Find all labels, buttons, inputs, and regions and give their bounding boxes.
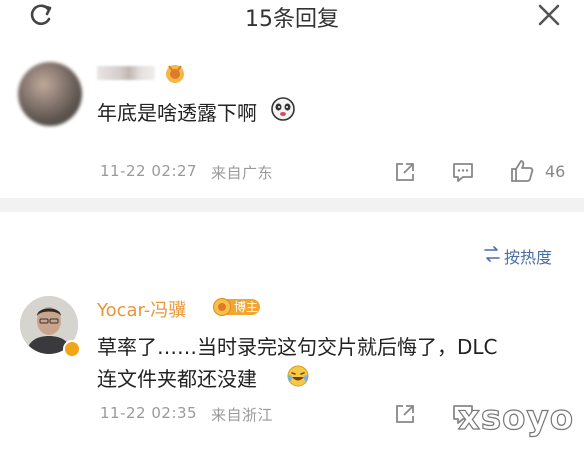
author-reply-line2: 连文件夹都还没建	[97, 367, 257, 391]
like-count: 46	[545, 162, 566, 181]
share-icon[interactable]	[393, 402, 417, 426]
author-reply-location: 来自浙江	[211, 406, 274, 424]
blogger-badge-label: 博主	[234, 300, 259, 314]
reply-location: 来自广东	[211, 164, 274, 182]
author-reply-line1: 草率了……当时录完这句交片就后悔了，DLC	[97, 335, 498, 359]
close-icon[interactable]	[536, 2, 562, 28]
sort-by-hot-button[interactable]: 按热度	[504, 244, 552, 268]
share-icon[interactable]	[393, 160, 417, 184]
author-username[interactable]: Yocar-冯骥	[97, 296, 186, 322]
comment-icon[interactable]	[451, 160, 475, 184]
laugh-cry-icon	[287, 365, 309, 387]
like-icon[interactable]	[509, 158, 535, 184]
sort-icon[interactable]	[483, 246, 501, 262]
avatar[interactable]	[18, 62, 82, 126]
username-blurred[interactable]	[97, 66, 155, 80]
author-reply-time: 11-22 02:35	[100, 404, 198, 422]
verified-badge-icon	[63, 340, 81, 358]
reply-text: 年底是啥透露下啊	[97, 101, 257, 125]
page-title: 15条回复	[245, 7, 339, 32]
header-bar: 15条回复	[0, 0, 584, 32]
fan-medal-icon	[166, 65, 184, 83]
panda-face-icon	[271, 97, 295, 121]
reply-time: 11-22 02:27	[100, 162, 198, 180]
section-divider	[0, 198, 584, 212]
watermark: xsoyo	[457, 397, 575, 438]
